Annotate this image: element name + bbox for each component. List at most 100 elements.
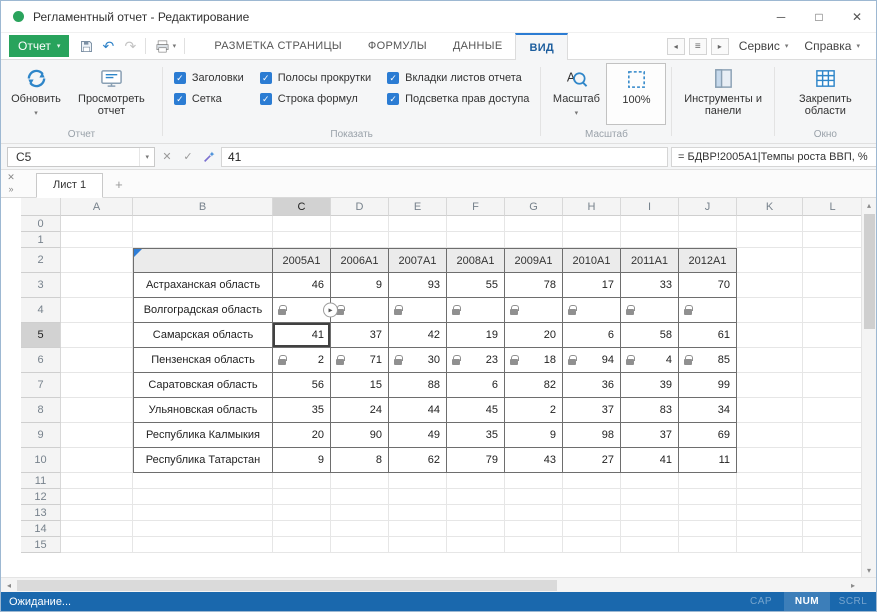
cell-K12[interactable] [737, 489, 803, 505]
row-header-4[interactable]: 4 [21, 298, 61, 323]
cell-L1[interactable] [803, 232, 863, 248]
cell-L2[interactable] [803, 248, 863, 273]
cell-C11[interactable] [273, 473, 331, 489]
cell-C10[interactable]: 9 [273, 448, 331, 473]
cell-F6[interactable]: 23 [447, 348, 505, 373]
chevron-down-icon[interactable]: ▾ [139, 148, 154, 166]
cell-L7[interactable] [803, 373, 863, 398]
checkbox-сетка[interactable]: ✓Сетка [174, 93, 244, 105]
cell-I11[interactable] [621, 473, 679, 489]
name-box[interactable]: C5 ▾ [7, 147, 155, 167]
tools-panels-button[interactable]: Инструменты и панели [677, 63, 768, 125]
cell-I4[interactable] [621, 298, 679, 323]
cell-F7[interactable]: 6 [447, 373, 505, 398]
cell-L15[interactable] [803, 537, 863, 553]
cell-C9[interactable]: 20 [273, 423, 331, 448]
cell-B15[interactable] [133, 537, 273, 553]
cell-B9[interactable]: Республика Калмыкия [133, 423, 273, 448]
cell-B5[interactable]: Самарская область [133, 323, 273, 348]
redo-button[interactable]: ↷ [119, 35, 141, 57]
cell-G7[interactable]: 82 [505, 373, 563, 398]
cell-K10[interactable] [737, 448, 803, 473]
tab-разметка-страницы[interactable]: РАЗМЕТКА СТРАНИЦЫ [201, 33, 355, 59]
cell-K7[interactable] [737, 373, 803, 398]
cell-G1[interactable] [505, 232, 563, 248]
cell-H0[interactable] [563, 216, 621, 232]
cell-G0[interactable] [505, 216, 563, 232]
row-header-13[interactable]: 13 [21, 505, 61, 521]
minimize-button[interactable]: ─ [762, 1, 800, 32]
cell-I8[interactable]: 83 [621, 398, 679, 423]
cell-E12[interactable] [389, 489, 447, 505]
cell-A3[interactable] [61, 273, 133, 298]
column-header-C[interactable]: C [273, 198, 331, 216]
cell-C14[interactable] [273, 521, 331, 537]
cell-J3[interactable]: 70 [679, 273, 737, 298]
cell-C8[interactable]: 35 [273, 398, 331, 423]
cell-L5[interactable] [803, 323, 863, 348]
cell-K14[interactable] [737, 521, 803, 537]
column-header-G[interactable]: G [505, 198, 563, 216]
cell-E13[interactable] [389, 505, 447, 521]
close-button[interactable]: ✕ [838, 1, 876, 32]
cell-I14[interactable] [621, 521, 679, 537]
cell-H13[interactable] [563, 505, 621, 521]
cell-A4[interactable] [61, 298, 133, 323]
column-header-J[interactable]: J [679, 198, 737, 216]
cell-B7[interactable]: Саратовская область [133, 373, 273, 398]
cell-H11[interactable] [563, 473, 621, 489]
cell-F1[interactable] [447, 232, 505, 248]
cell-K5[interactable] [737, 323, 803, 348]
grid-select-all-corner[interactable] [21, 198, 61, 216]
checkbox-полосы-прокрутки[interactable]: ✓Полосы прокрутки [260, 72, 371, 84]
add-sheet-button[interactable]: + [115, 177, 123, 197]
cell-D14[interactable] [331, 521, 389, 537]
preview-report-button[interactable]: Просмотреть отчет [66, 63, 157, 125]
cell-G12[interactable] [505, 489, 563, 505]
cell-J7[interactable]: 99 [679, 373, 737, 398]
cell-C6[interactable]: 2 [273, 348, 331, 373]
cell-E1[interactable] [389, 232, 447, 248]
horizontal-scroll-thumb[interactable] [17, 580, 557, 591]
ribbon-collapse-button[interactable]: ≡ [689, 38, 707, 55]
cell-C15[interactable] [273, 537, 331, 553]
cell-B14[interactable] [133, 521, 273, 537]
cell-G5[interactable]: 20 [505, 323, 563, 348]
cell-G4[interactable] [505, 298, 563, 323]
cell-K1[interactable] [737, 232, 803, 248]
cell-L6[interactable] [803, 348, 863, 373]
cell-E9[interactable]: 49 [389, 423, 447, 448]
expand-panel-icon[interactable]: » [8, 185, 13, 194]
cell-B6[interactable]: Пензенская область [133, 348, 273, 373]
cell-H10[interactable]: 27 [563, 448, 621, 473]
cell-J1[interactable] [679, 232, 737, 248]
cell-D2[interactable]: 2006A1 [331, 248, 389, 273]
row-header-3[interactable]: 3 [21, 273, 61, 298]
cell-E15[interactable] [389, 537, 447, 553]
cell-K3[interactable] [737, 273, 803, 298]
cell-J15[interactable] [679, 537, 737, 553]
cell-I7[interactable]: 39 [621, 373, 679, 398]
row-header-1[interactable]: 1 [21, 232, 61, 248]
vertical-scrollbar[interactable]: ▴ ▾ [861, 198, 876, 577]
cell-D9[interactable]: 90 [331, 423, 389, 448]
cell-L11[interactable] [803, 473, 863, 489]
cell-G11[interactable] [505, 473, 563, 489]
cell-G3[interactable]: 78 [505, 273, 563, 298]
cell-J4[interactable] [679, 298, 737, 323]
cell-G6[interactable]: 18 [505, 348, 563, 373]
cell-L10[interactable] [803, 448, 863, 473]
cell-I15[interactable] [621, 537, 679, 553]
cell-A15[interactable] [61, 537, 133, 553]
cell-A8[interactable] [61, 398, 133, 423]
cell-I12[interactable] [621, 489, 679, 505]
help-menu[interactable]: Справка ▾ [798, 39, 866, 53]
cell-B13[interactable] [133, 505, 273, 521]
save-button[interactable] [75, 35, 97, 57]
cell-H2[interactable]: 2010A1 [563, 248, 621, 273]
cell-F8[interactable]: 45 [447, 398, 505, 423]
cell-L4[interactable] [803, 298, 863, 323]
cell-E0[interactable] [389, 216, 447, 232]
cell-B0[interactable] [133, 216, 273, 232]
horizontal-scrollbar[interactable]: ◂ ▸ [1, 577, 876, 592]
